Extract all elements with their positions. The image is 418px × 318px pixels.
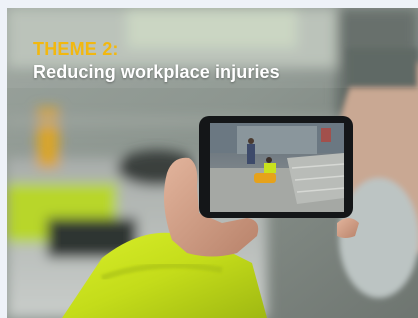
theme-card: THEME 2: Reducing workplace injuries [7,8,418,318]
theme-number-label: THEME 2: [33,39,119,59]
theme-title: Reducing workplace injuries [33,62,280,82]
theme-heading: THEME 2: Reducing workplace injuries [33,38,280,84]
